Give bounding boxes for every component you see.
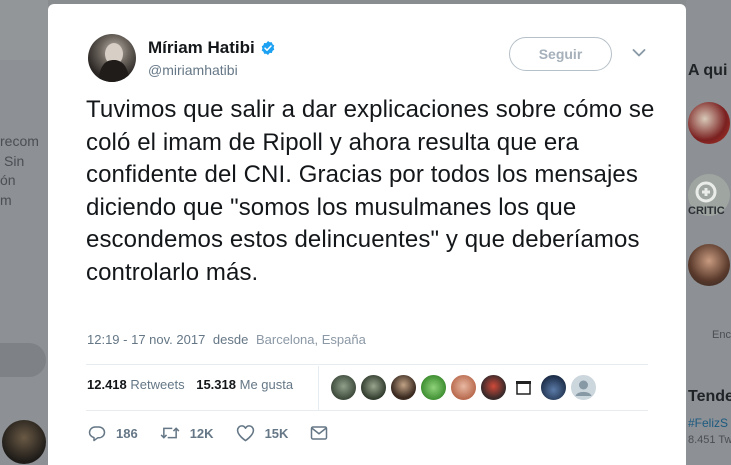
trend-hashtag: #FelizS — [688, 416, 729, 430]
bg-enc-label: Enc — [712, 329, 731, 341]
divider — [86, 410, 648, 411]
bg-fragment: Sin — [4, 153, 25, 169]
tweet-timestamp[interactable]: 12:19 - 17 nov. 2017 — [87, 332, 205, 347]
liker-avatar[interactable] — [480, 374, 507, 401]
liker-avatar[interactable] — [540, 374, 567, 401]
stats-separator — [318, 366, 319, 410]
like-button[interactable]: 15K — [236, 424, 289, 442]
reply-count: 186 — [116, 425, 138, 441]
suggested-avatar — [688, 244, 730, 286]
tweet-location-country[interactable]: España — [322, 332, 366, 347]
like-count: 15K — [264, 425, 289, 441]
tweet-location-city[interactable]: Barcelona — [256, 332, 315, 347]
suggested-avatar — [688, 102, 730, 144]
critic-label: CRITIC — [688, 205, 725, 217]
likes-stat[interactable]: 15.318 Me gusta — [196, 377, 293, 392]
author-handle[interactable]: @miriamhatibi — [148, 62, 238, 78]
tweet-actions: 186 12K 15K — [88, 424, 360, 442]
retweets-stat[interactable]: 12.418 Retweets — [87, 377, 185, 392]
retweets-label: Retweets — [130, 377, 185, 392]
likes-count: 15.318 — [196, 377, 236, 392]
tweet-location-separator: , — [314, 332, 322, 347]
tweet-stats: 12.418 Retweets 15.318 Me gusta — [87, 377, 293, 392]
retweet-icon — [160, 427, 180, 439]
who-to-follow-heading: A qui — [688, 62, 728, 79]
retweet-count: 12K — [189, 425, 214, 441]
direct-message-button[interactable] — [310, 425, 338, 441]
bg-fragment: ón — [0, 172, 16, 188]
liker-avatar[interactable] — [360, 374, 387, 401]
likes-label: Me gusta — [239, 377, 294, 392]
direct-message-icon — [311, 426, 328, 440]
bg-photo — [2, 420, 46, 464]
chevron-down-icon[interactable] — [632, 48, 646, 58]
likers-avatars — [330, 374, 600, 401]
tweet-meta: 12:19 - 17 nov. 2017 desde Barcelona, Es… — [87, 332, 366, 347]
reply-icon — [88, 426, 106, 442]
liker-avatar[interactable] — [390, 374, 417, 401]
retweets-count: 12.418 — [87, 377, 127, 392]
retweet-button[interactable]: 12K — [160, 424, 214, 442]
author-avatar[interactable] — [88, 34, 136, 82]
default-avatar-icon — [575, 380, 592, 396]
author-name[interactable]: Míriam Hatibi — [148, 38, 255, 58]
liker-avatar[interactable] — [570, 374, 597, 401]
follow-button[interactable]: Seguir — [509, 37, 612, 71]
tweet-text: Tuvimos que salir a dar explicaciones so… — [86, 96, 655, 286]
bg-search-pill — [0, 343, 46, 377]
trends-heading: Tende — [688, 388, 731, 405]
background-left-column: recom Sin ón m — [0, 0, 48, 465]
background-top-strip — [0, 0, 48, 60]
reply-button[interactable]: 186 — [88, 424, 138, 442]
like-icon — [236, 425, 254, 442]
avatar-portrait — [98, 43, 130, 82]
box-logo-icon — [516, 381, 531, 395]
author-name-row[interactable]: Míriam Hatibi — [148, 38, 276, 58]
liker-avatar[interactable] — [420, 374, 447, 401]
liker-avatar[interactable] — [330, 374, 357, 401]
liker-avatar[interactable] — [510, 374, 537, 401]
background-right-column: A qui CRITIC Enc Tende #FelizS 8.451 Tw — [686, 0, 731, 465]
tweet-modal: Míriam Hatibi @miriamhatibi Seguir Tuvim… — [48, 4, 686, 465]
divider — [86, 364, 648, 365]
bg-fragment: recom — [0, 133, 39, 149]
bg-fragment: m — [0, 192, 12, 208]
verified-badge-icon — [261, 41, 275, 55]
tweet-from-word: desde — [212, 332, 249, 347]
trend-count: 8.451 Tw — [688, 434, 731, 446]
liker-avatar[interactable] — [450, 374, 477, 401]
